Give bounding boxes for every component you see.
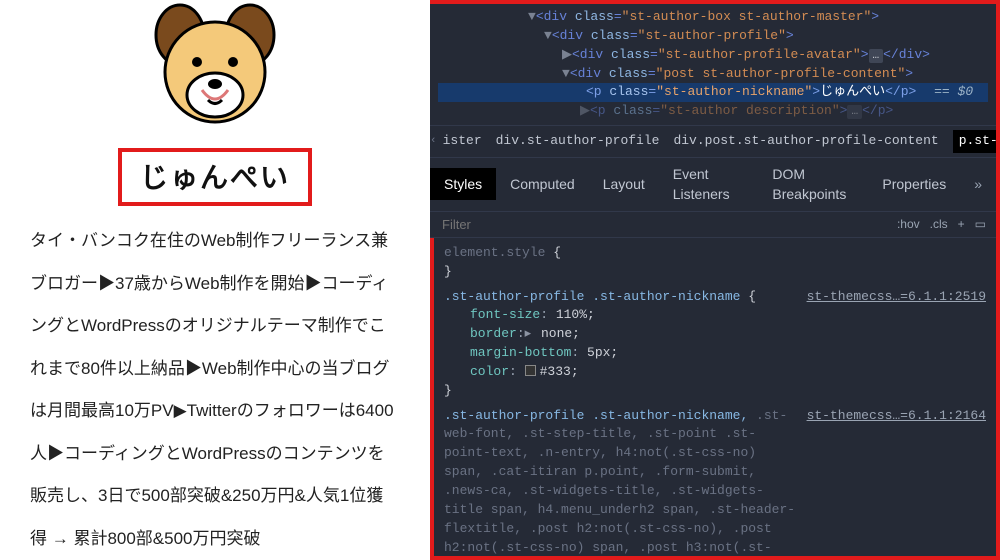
cls-toggle[interactable]: .cls [930, 216, 948, 233]
tab-event-listeners[interactable]: Event Listeners [659, 158, 759, 211]
hov-toggle[interactable]: :hov [897, 216, 920, 233]
rule-element-style[interactable]: element.style { } [444, 244, 986, 282]
author-avatar-icon [145, 0, 285, 130]
breadcrumb[interactable]: ‹ ister div.st-author-profile div.post.s… [430, 125, 996, 158]
author-bio: タイ・バンコク在住のWeb制作フリーランス兼ブロガー▶37歳からWeb制作を開始… [30, 220, 400, 560]
author-name: じゅんぺい [140, 162, 290, 193]
rule-font-stack[interactable]: .st-author-profile .st-author-nickname, … [444, 407, 986, 560]
author-name-row: じゅんぺい [30, 130, 400, 220]
source-link[interactable]: st-themecss…=6.1.1:2164 [807, 407, 986, 426]
tab-dom-breakpoints[interactable]: DOM Breakpoints [758, 158, 868, 211]
crumb-item[interactable]: ister [443, 132, 482, 151]
tab-layout[interactable]: Layout [589, 168, 659, 200]
author-avatar-wrap [30, 0, 400, 130]
rule-st-author-nickname-1[interactable]: .st-author-profile .st-author-nickname {… [444, 288, 986, 401]
styles-pane[interactable]: element.style { } .st-author-profile .st… [430, 238, 996, 560]
styles-tabs: Styles Computed Layout Event Listeners D… [430, 158, 996, 212]
author-card: じゅんぺい タイ・バンコク在住のWeb制作フリーランス兼ブロガー▶37歳からWe… [0, 0, 430, 560]
source-link[interactable]: st-themecss…=6.1.1:2519 [807, 288, 986, 307]
devtools-panel: ▼<div class="st-author-box st-author-mas… [430, 0, 1000, 560]
selected-dom-node[interactable]: <p class="st-author-nickname">じゅんぺい</p> … [438, 83, 988, 102]
crumb-item-selected[interactable]: p.st-author-nickname [953, 130, 996, 153]
styles-filter-input[interactable] [440, 216, 897, 233]
author-name-highlight: じゅんぺい [118, 148, 312, 206]
crumb-item[interactable]: div.st-author-profile [496, 132, 660, 151]
tab-styles[interactable]: Styles [430, 168, 496, 200]
crumb-scroll-left[interactable]: ‹ [430, 134, 437, 150]
box-model-icon[interactable]: ▭ [975, 216, 986, 233]
tab-properties[interactable]: Properties [868, 168, 960, 200]
crumb-item[interactable]: div.post.st-author-profile-content [673, 132, 938, 151]
color-swatch-icon[interactable] [525, 365, 536, 376]
app-root: じゅんぺい タイ・バンコク在住のWeb制作フリーランス兼ブロガー▶37歳からWe… [0, 0, 1000, 560]
tab-overflow[interactable]: » [960, 168, 996, 200]
new-rule-button[interactable]: + [958, 216, 965, 233]
elements-tree[interactable]: ▼<div class="st-author-box st-author-mas… [430, 4, 996, 125]
tab-computed[interactable]: Computed [496, 168, 589, 200]
styles-filter-row: :hov .cls + ▭ [430, 212, 996, 238]
